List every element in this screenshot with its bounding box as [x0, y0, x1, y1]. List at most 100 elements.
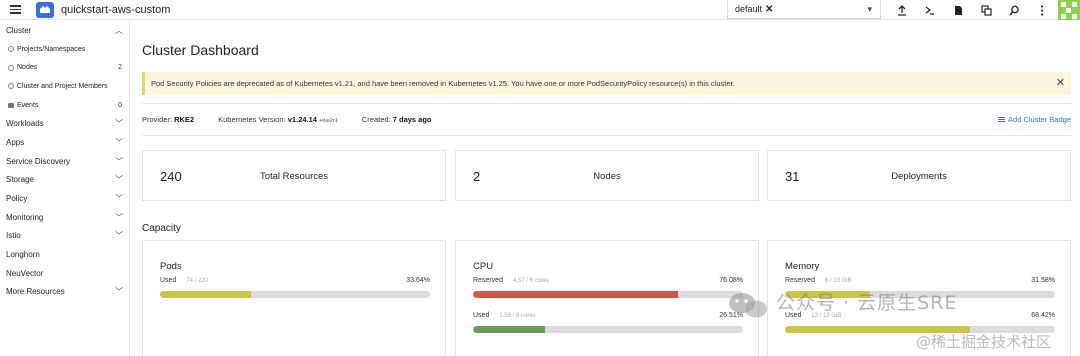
sidebar-item-count: 0 — [118, 101, 122, 109]
sidebar-item-label: More Resources — [6, 287, 65, 297]
copy-icon[interactable] — [972, 0, 1000, 20]
cluster-logo-icon — [36, 1, 54, 18]
folder-icon — [8, 102, 14, 108]
count-label: Deployments — [891, 171, 947, 182]
sidebar-item-service-discovery[interactable]: Service Discovery ﹀ — [0, 152, 129, 171]
nodes-card[interactable]: Nodes 2 — [455, 150, 759, 201]
cpu-reserved-row: Reserved 4.57 / 6 cores 76.08% — [473, 277, 743, 287]
count-value: 2 — [473, 169, 481, 184]
chevron-down-icon: ﹀ — [115, 287, 123, 297]
sidebar-item-label: NeuVector — [6, 268, 44, 278]
namespace-chip-label: default — [735, 4, 763, 14]
sidebar-item-label: Workloads — [6, 119, 44, 129]
reserved-label: Reserved — [785, 277, 815, 284]
user-avatar[interactable] — [1058, 0, 1080, 20]
sidebar-item-count: 2 — [118, 64, 122, 72]
provider-label: Provider: — [142, 115, 173, 124]
capacity-card-title: Memory — [785, 261, 820, 272]
created-info: Created: 7 days ago — [362, 115, 432, 127]
sidebar-item-events[interactable]: Events 0 — [0, 96, 129, 115]
cpu-used-row: Used 1.59 / 6 cores 26.51% — [473, 312, 743, 322]
sidebar-item-longhorn[interactable]: Longhorn — [0, 245, 129, 264]
menu-icon[interactable] — [0, 0, 30, 20]
wechat-watermark: 公众号 · 云原生SRE — [776, 292, 958, 314]
chevron-down-icon: ﹀ — [115, 156, 123, 166]
version-label: Kubernetes Version: — [218, 115, 286, 124]
close-icon[interactable]: ✕ — [1056, 76, 1065, 89]
add-cluster-badge-label: Add Cluster Badge — [1008, 115, 1071, 124]
capacity-heading: Capacity — [142, 223, 181, 234]
sidebar-item-apps[interactable]: Apps ﹀ — [0, 133, 129, 152]
used-percent: 68.42% — [1031, 312, 1055, 319]
juejin-watermark: @稀土掘金技术社区 — [916, 333, 1052, 351]
cpu-reserved-bar — [473, 291, 743, 298]
count-label: Total Resources — [259, 171, 329, 182]
version-info: Kubernetes Version: v1.24.14 +rke2r1 — [218, 115, 338, 127]
chevron-down-icon: ﹀ — [115, 212, 123, 222]
sidebar-item-members[interactable]: Cluster and Project Members — [0, 77, 129, 96]
sidebar-item-monitoring[interactable]: Monitoring ﹀ — [0, 208, 129, 227]
total-resources-card[interactable]: Total Resources 240 — [142, 150, 446, 201]
chevron-down-icon: ﹀ — [115, 137, 123, 147]
file-icon[interactable] — [944, 0, 972, 20]
node-icon — [8, 64, 14, 71]
sidebar-item-neuvector[interactable]: NeuVector — [0, 264, 129, 283]
sidebar-item-projects-namespaces[interactable]: Projects/Namespaces — [0, 40, 129, 59]
chevron-down-icon: ﹀ — [115, 175, 123, 185]
more-vertical-icon[interactable] — [1028, 0, 1056, 20]
version-value: v1.24.14 — [287, 115, 317, 124]
page-title: Cluster Dashboard — [142, 42, 259, 58]
capacity-card-title: Pods — [160, 261, 182, 272]
reserved-detail: 6 / 19 GiB — [824, 278, 852, 284]
created-label: Created: — [361, 115, 391, 124]
count-value: 240 — [160, 169, 182, 184]
sidebar-item-label: Projects/Namespaces — [17, 45, 86, 53]
sidebar-item-label: Cluster and Project Members — [17, 82, 108, 90]
namespace-filter[interactable]: default ✕ ▾ — [727, 0, 881, 19]
members-icon — [8, 83, 14, 90]
cluster-name[interactable]: quickstart-aws-custom — [61, 4, 170, 16]
sidebar-group-cluster[interactable]: Cluster ︿ — [0, 21, 129, 40]
deployments-card[interactable]: Deployments 31 — [767, 150, 1071, 201]
sidebar-item-storage[interactable]: Storage ﹀ — [0, 171, 129, 190]
bar-fill — [473, 326, 545, 333]
psp-deprecation-banner: Pod Security Policies are deprecated as … — [142, 72, 1071, 95]
memory-reserved-row: Reserved 6 / 19 GiB 31.58% — [785, 277, 1055, 287]
sidebar-item-istio[interactable]: Istio ﹀ — [0, 227, 129, 246]
chevron-down-icon: ﹀ — [115, 119, 123, 129]
cluster-meta: Provider: RKE2 Kubernetes Version: v1.24… — [142, 115, 1071, 127]
provider-value: RKE2 — [174, 115, 195, 124]
chevron-down-icon: ﹀ — [115, 231, 123, 241]
namespace-icon — [8, 46, 14, 53]
pods-used-row: Used 74 / 220 33.64% — [160, 277, 430, 287]
terminal-icon[interactable] — [916, 0, 944, 20]
sidebar-item-policy[interactable]: Policy ﹀ — [0, 189, 129, 208]
count-value: 31 — [785, 169, 800, 184]
add-cluster-badge-link[interactable]: Add Cluster Badge — [998, 115, 1071, 124]
used-percent: 33.64% — [406, 277, 430, 284]
used-label: Used — [473, 312, 490, 319]
namespace-chip: default ✕ — [732, 3, 776, 16]
divider — [142, 103, 1071, 104]
used-detail: 74 / 220 — [186, 278, 208, 284]
sidebar-item-label: Istio — [6, 231, 21, 241]
sidebar-item-label: Nodes — [17, 64, 38, 72]
upload-icon[interactable] — [888, 0, 916, 20]
chevron-down-icon[interactable]: ▾ — [867, 4, 872, 15]
pods-capacity-card: Pods Used 74 / 220 33.64% — [142, 240, 446, 356]
remove-chip-icon[interactable]: ✕ — [765, 4, 773, 15]
sidebar-item-nodes[interactable]: Nodes 2 — [0, 58, 129, 77]
list-icon — [998, 116, 1006, 123]
pods-used-bar — [160, 291, 430, 298]
sidebar-item-more-resources[interactable]: More Resources ﹀ — [0, 283, 129, 302]
sidebar-item-label: Longhorn — [6, 250, 40, 260]
reserved-detail: 4.57 / 6 cores — [512, 278, 550, 284]
sidebar-group-label: Cluster — [6, 25, 32, 35]
used-detail: 1.59 / 6 cores — [499, 313, 536, 319]
chevron-up-icon: ︿ — [115, 25, 123, 35]
sidebar-item-label: Apps — [6, 137, 25, 147]
sidebar: Cluster ︿ Projects/Namespaces Nodes 2 Cl… — [0, 21, 130, 356]
version-suffix: +rke2r1 — [319, 118, 338, 124]
search-icon[interactable] — [1000, 0, 1028, 20]
sidebar-item-workloads[interactable]: Workloads ﹀ — [0, 114, 129, 133]
